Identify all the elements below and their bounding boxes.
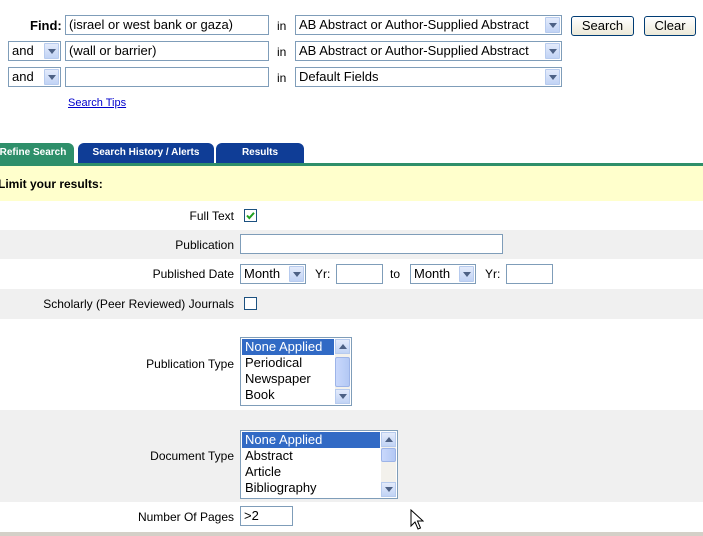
clear-button[interactable]: Clear	[644, 16, 696, 36]
publication-type-option[interactable]: None Applied	[242, 339, 334, 355]
search-button[interactable]: Search	[571, 16, 634, 36]
scroll-up-icon[interactable]	[335, 339, 350, 354]
document-type-option[interactable]: Article	[242, 464, 380, 480]
chevron-down-icon[interactable]	[545, 43, 560, 59]
field-select-2[interactable]: AB Abstract or Author-Supplied Abstract	[295, 41, 562, 61]
publication-type-label: Publication Type	[146, 357, 234, 371]
boolean-select-2-value: and	[12, 43, 34, 58]
from-yr-label: Yr:	[315, 267, 331, 281]
field-select-2-value: AB Abstract or Author-Supplied Abstract	[299, 43, 529, 58]
publication-type-row: Publication Type None Applied Periodical…	[0, 319, 703, 410]
in-label-2: in	[277, 45, 287, 59]
document-type-option[interactable]: Bibliography	[242, 480, 380, 496]
to-month-value: Month	[414, 266, 451, 281]
publication-type-option[interactable]: Newspaper	[242, 371, 334, 387]
field-select-3-value: Default Fields	[299, 69, 379, 84]
publication-row: Publication	[0, 230, 703, 259]
boolean-select-2[interactable]: and	[8, 41, 61, 61]
search-input-1[interactable]: (israel or west bank or gaza)	[65, 15, 269, 35]
full-text-row: Full Text	[0, 201, 703, 230]
scroll-thumb[interactable]	[335, 357, 350, 387]
search-tips-link[interactable]: Search Tips	[68, 97, 126, 109]
publication-label: Publication	[175, 238, 234, 252]
scholarly-label: Scholarly (Peer Reviewed) Journals	[43, 297, 234, 311]
chevron-down-icon[interactable]	[44, 43, 59, 59]
publication-type-option[interactable]: Periodical	[242, 355, 334, 371]
tab-results[interactable]: Results	[216, 143, 304, 164]
limits-header: Limit your results:	[0, 177, 103, 191]
field-select-1-value: AB Abstract or Author-Supplied Abstract	[299, 17, 529, 32]
document-type-label: Document Type	[150, 449, 234, 463]
document-type-option[interactable]: Abstract	[242, 448, 380, 464]
scholarly-row: Scholarly (Peer Reviewed) Journals	[0, 289, 703, 319]
mouse-cursor-icon	[410, 509, 424, 530]
number-of-pages-row: Number Of Pages >2	[0, 502, 703, 532]
scroll-thumb[interactable]	[381, 448, 396, 462]
full-text-label: Full Text	[189, 209, 234, 223]
document-type-listbox[interactable]: None Applied Abstract Article Bibliograp…	[240, 430, 398, 499]
number-of-pages-label: Number Of Pages	[137, 510, 234, 524]
scroll-up-icon[interactable]	[381, 432, 396, 447]
scroll-down-icon[interactable]	[381, 482, 396, 497]
to-month-select[interactable]: Month	[410, 264, 476, 284]
field-select-1[interactable]: AB Abstract or Author-Supplied Abstract	[295, 15, 562, 35]
tab-search-history-alerts[interactable]: Search History / Alerts	[78, 143, 214, 164]
search-input-2[interactable]: (wall or barrier)	[65, 41, 269, 61]
search-input-3[interactable]	[65, 67, 269, 87]
publication-type-scrollbar[interactable]	[335, 339, 350, 404]
bottom-edge	[0, 532, 703, 536]
publication-input[interactable]	[240, 234, 503, 254]
published-date-row: Published Date Month Yr: to Month Yr:	[0, 259, 703, 289]
to-yr-label: Yr:	[485, 267, 501, 281]
from-year-input[interactable]	[336, 264, 383, 284]
full-text-checkbox[interactable]	[244, 209, 257, 222]
document-type-row: Document Type None Applied Abstract Arti…	[0, 410, 703, 502]
limits-header-band: Limit your results:	[0, 166, 703, 201]
scholarly-checkbox[interactable]	[244, 297, 257, 310]
chevron-down-icon[interactable]	[289, 266, 304, 282]
to-label: to	[390, 267, 401, 281]
boolean-select-3[interactable]: and	[8, 67, 61, 87]
in-label-3: in	[277, 71, 287, 85]
boolean-select-3-value: and	[12, 69, 34, 84]
in-label-1: in	[277, 19, 287, 33]
chevron-down-icon[interactable]	[44, 69, 59, 85]
chevron-down-icon[interactable]	[545, 17, 560, 33]
from-month-value: Month	[244, 266, 281, 281]
published-date-label: Published Date	[152, 267, 234, 281]
chevron-down-icon[interactable]	[459, 266, 474, 282]
from-month-select[interactable]: Month	[240, 264, 306, 284]
check-icon	[246, 212, 255, 220]
publication-type-listbox[interactable]: None Applied Periodical Newspaper Book	[240, 337, 352, 406]
field-select-3[interactable]: Default Fields	[295, 67, 562, 87]
tab-refine-search[interactable]: Refine Search	[0, 143, 74, 164]
chevron-down-icon[interactable]	[545, 69, 560, 85]
find-label: Find:	[30, 18, 62, 33]
scroll-down-icon[interactable]	[335, 389, 350, 404]
number-of-pages-input[interactable]: >2	[240, 506, 293, 526]
to-year-input[interactable]	[506, 264, 553, 284]
document-type-scrollbar[interactable]	[381, 432, 396, 497]
publication-type-option[interactable]: Book	[242, 387, 334, 403]
document-type-option[interactable]: None Applied	[242, 432, 380, 448]
